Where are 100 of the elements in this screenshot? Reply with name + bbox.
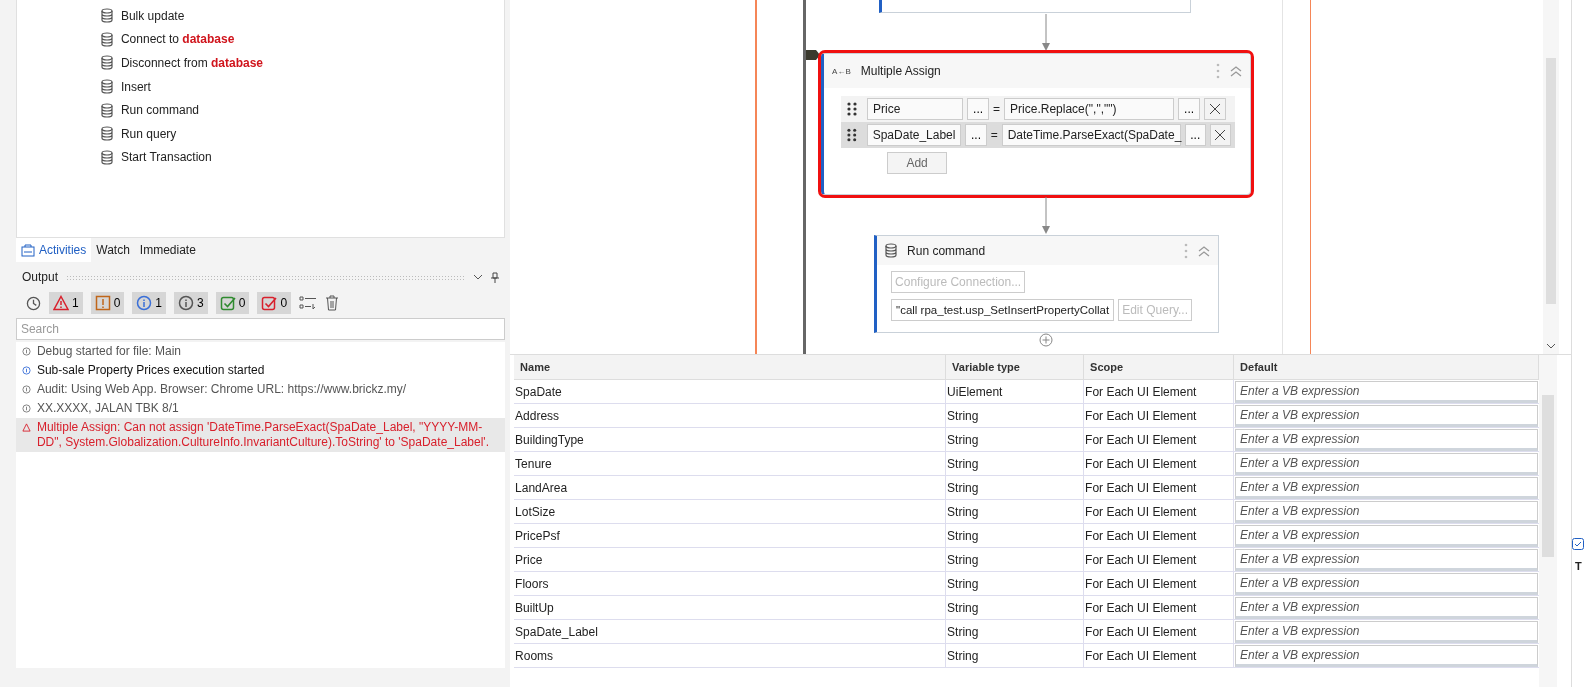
table-cell: For Each UI Element <box>1084 380 1235 404</box>
column-header[interactable]: Name <box>514 355 947 380</box>
activity-card[interactable]: Run command Configure Connection... "call rpa_test.usp_SetInsertPropertyCollat Edit Query... <box>874 235 1220 333</box>
activity-item[interactable]: Insert <box>120 79 151 94</box>
table-cell: LotSize <box>514 500 947 524</box>
expression-button[interactable]: ... <box>1184 124 1206 146</box>
checkbox-icon <box>219 295 236 311</box>
table-cell: Price <box>514 548 947 572</box>
activity-item[interactable]: Run query <box>120 126 177 141</box>
table-cell: For Each UI Element <box>1084 572 1235 596</box>
column-header[interactable]: Default <box>1234 355 1540 380</box>
activity-item[interactable]: Start Transaction <box>120 150 212 165</box>
table-cell: UiElement <box>946 380 1085 404</box>
table-cell: For Each UI Element <box>1084 524 1235 548</box>
default-field[interactable]: Enter a VB expression <box>1235 572 1539 595</box>
default-field[interactable]: Enter a VB expression <box>1235 548 1539 571</box>
activity-item[interactable]: Bulk update <box>120 8 185 23</box>
add-icon[interactable] <box>1039 333 1054 347</box>
panel-title: Output <box>21 270 58 284</box>
table-cell: SpaDate <box>514 380 947 404</box>
clock-icon[interactable] <box>25 295 41 311</box>
table-cell: String <box>946 572 1085 596</box>
database-icon <box>100 149 113 165</box>
chevron-down-icon[interactable] <box>1546 343 1557 350</box>
log-row[interactable]: XX.XXXX, JALAN TBK 8/1 <box>15 399 506 418</box>
default-field[interactable]: Enter a VB expression <box>1235 476 1539 499</box>
assign-row[interactable]: SpaDate_Label ... = DateTime.ParseExact(SpaDate_ ... <box>841 122 1236 148</box>
table-cell: String <box>946 428 1085 452</box>
assign-card[interactable]: A←B Multiple Assign Price ... = Price.Replace(",","") ... SpaDate_Label ... = DateTime.ParseExact(SpaDate_ ... Add <box>821 53 1252 195</box>
column-header[interactable]: Variable type <box>946 355 1085 380</box>
scrollbar[interactable] <box>1543 0 1560 354</box>
close-icon[interactable] <box>1209 124 1232 146</box>
panel-tab[interactable]: Immediate <box>134 238 201 262</box>
expression-button[interactable]: ... <box>1178 98 1201 120</box>
default-field[interactable]: Enter a VB expression <box>1235 620 1539 643</box>
panel-tab[interactable]: Watch <box>91 238 135 262</box>
variable-field[interactable]: SpaDate_Label <box>866 124 962 146</box>
drag-handle-icon[interactable] <box>847 102 858 116</box>
filter-button[interactable]: 3 <box>174 292 208 314</box>
checkbox-icon[interactable] <box>1572 538 1585 550</box>
log-row[interactable]: Multiple Assign: Can not assign 'DateTime.ParseExact(SpaDate_Label, "YYYY-MM-DD", System.Globalization.CultureInfo.InvariantCulture).ToString' to 'SpaDate_Label'. <box>15 418 506 452</box>
column-header[interactable]: Scope <box>1084 355 1235 380</box>
database-icon <box>100 102 113 118</box>
table-cell: SpaDate_Label <box>514 620 947 644</box>
panel-tab[interactable]: Activities <box>15 238 92 262</box>
toolbox-icon <box>20 243 35 257</box>
drag-handle-icon[interactable] <box>847 128 857 142</box>
info-icon <box>21 404 31 413</box>
expression-button[interactable]: ... <box>965 124 987 146</box>
expression-field[interactable]: DateTime.ParseExact(SpaDate_ <box>1001 124 1181 146</box>
expression-button[interactable]: ... <box>967 98 990 120</box>
warning-icon <box>21 423 31 432</box>
card-title: Run command <box>907 243 987 258</box>
info-icon <box>21 347 31 356</box>
table-cell: For Each UI Element <box>1084 452 1235 476</box>
filter-button[interactable]: 0 <box>215 292 250 314</box>
filter-button[interactable]: 0 <box>90 292 125 314</box>
table-cell: Address <box>514 404 947 428</box>
assign-row[interactable]: Price ... = Price.Replace(",","") ... <box>841 96 1236 122</box>
info-icon <box>21 385 31 394</box>
filter-button[interactable]: 1 <box>48 292 83 314</box>
table-cell: BuiltUp <box>514 596 947 620</box>
variable-field[interactable]: Price <box>867 98 964 120</box>
default-field[interactable]: Enter a VB expression <box>1235 500 1539 523</box>
breakpoint-icon[interactable] <box>806 50 821 60</box>
connector-arrow <box>1041 14 1052 51</box>
log-row[interactable]: Sub-sale Property Prices execution started <box>15 361 506 380</box>
table-cell: String <box>946 404 1085 428</box>
error-icon <box>52 295 69 311</box>
list-icon[interactable] <box>299 296 318 310</box>
default-field[interactable]: Enter a VB expression <box>1235 404 1539 427</box>
filter-button[interactable]: 0 <box>257 292 292 314</box>
trash-icon[interactable] <box>325 295 340 311</box>
chevron-down-icon[interactable] <box>473 273 484 281</box>
collapse-icon[interactable] <box>1198 244 1211 257</box>
activity-item[interactable]: Disconnect from database <box>120 56 263 70</box>
default-field[interactable]: Enter a VB expression <box>1235 452 1539 475</box>
search-field[interactable]: Search <box>15 318 506 340</box>
default-field[interactable]: Enter a VB expression <box>1235 380 1539 403</box>
expression-field[interactable]: Price.Replace(",","") <box>1004 98 1175 120</box>
filter-button[interactable]: 1 <box>132 292 166 314</box>
scrollbar[interactable] <box>1539 355 1558 687</box>
default-field[interactable]: Enter a VB expression <box>1235 428 1539 451</box>
connector-arrow <box>1041 197 1052 234</box>
table-cell: LandArea <box>514 476 947 500</box>
add-button[interactable]: Add <box>887 152 948 174</box>
pin-icon[interactable] <box>491 271 500 283</box>
activity-item[interactable]: Run command <box>120 103 199 118</box>
log-row[interactable]: Audit: Using Web App. Browser: Chrome URL: https://www.brickz.my/ <box>15 380 506 399</box>
close-icon[interactable] <box>1204 98 1227 120</box>
command-field[interactable]: "call rpa_test.usp_SetInsertPropertyCollat <box>891 299 1115 321</box>
table-cell: String <box>946 524 1085 548</box>
default-field[interactable]: Enter a VB expression <box>1235 644 1539 667</box>
default-field[interactable]: Enter a VB expression <box>1235 524 1539 547</box>
table-cell: String <box>946 644 1085 668</box>
log-row[interactable]: Debug started for file: Main <box>15 342 506 361</box>
default-field[interactable]: Enter a VB expression <box>1235 596 1539 619</box>
collapse-icon[interactable] <box>1230 65 1243 77</box>
activity-item[interactable]: Connect to database <box>120 32 235 47</box>
equals-sign: = <box>990 128 998 142</box>
